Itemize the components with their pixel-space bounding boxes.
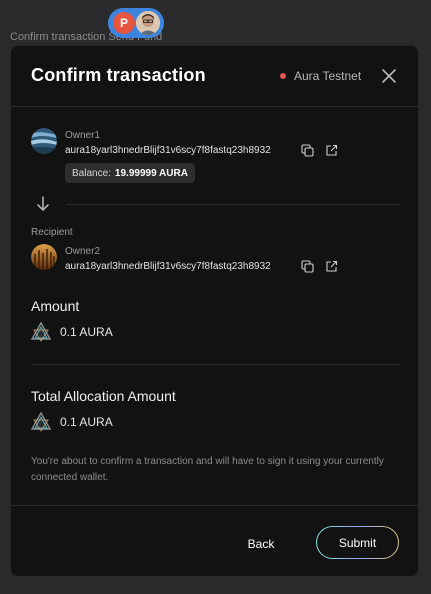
external-link-icon[interactable] <box>325 144 338 157</box>
recipient-address: aura18yarl3hnedrBlijf31v6scy7f8fastq23h8… <box>65 261 271 272</box>
amount-label: Amount <box>31 298 80 314</box>
total-allocation-value: 0.1 AURA <box>60 415 113 429</box>
amount-value: 0.1 AURA <box>60 325 113 339</box>
balance-value: 19.99999 AURA <box>114 167 188 179</box>
user-avatar <box>136 11 160 35</box>
back-button[interactable]: Back <box>229 528 293 560</box>
amount-row: 0.1 AURA <box>31 322 113 342</box>
modal-header: Confirm transaction Aura Testnet <box>11 46 418 107</box>
divider <box>31 364 399 365</box>
recipient-name: Owner2 <box>65 246 101 257</box>
network-status-dot <box>280 73 286 79</box>
close-icon[interactable] <box>381 68 397 84</box>
confirmation-note: You're about to confirm a transaction an… <box>31 456 384 483</box>
balance-label: Balance: <box>72 167 111 179</box>
modal-title: Confirm transaction <box>31 65 206 85</box>
external-link-icon[interactable] <box>325 260 338 273</box>
confirm-transaction-modal: Confirm transaction Aura Testnet Owner1 … <box>10 45 419 577</box>
modal-footer: Back Submit <box>11 505 418 578</box>
presence-badge[interactable]: P <box>108 8 164 38</box>
recipient-avatar <box>31 244 57 270</box>
presence-avatar-initial: P <box>113 12 135 34</box>
recipient-label: Recipient <box>31 227 73 238</box>
total-allocation-label: Total Allocation Amount <box>31 388 176 404</box>
network-name: Aura Testnet <box>294 69 362 83</box>
aura-token-icon <box>31 412 51 432</box>
aura-token-icon <box>31 322 51 342</box>
copy-icon[interactable] <box>301 260 314 273</box>
balance-badge: Balance: 19.99999 AURA <box>65 163 195 183</box>
sender-address: aura18yarl3hnedrBlijf31v6scy7f8fastq23h8… <box>65 145 271 156</box>
sender-name: Owner1 <box>65 130 101 141</box>
network-indicator: Aura Testnet <box>280 69 361 83</box>
arrow-down-icon <box>37 196 49 211</box>
divider <box>66 204 399 205</box>
copy-icon[interactable] <box>301 144 314 157</box>
submit-button[interactable]: Submit <box>316 526 399 559</box>
sender-avatar <box>31 128 57 154</box>
total-allocation-row: 0.1 AURA <box>31 412 113 432</box>
